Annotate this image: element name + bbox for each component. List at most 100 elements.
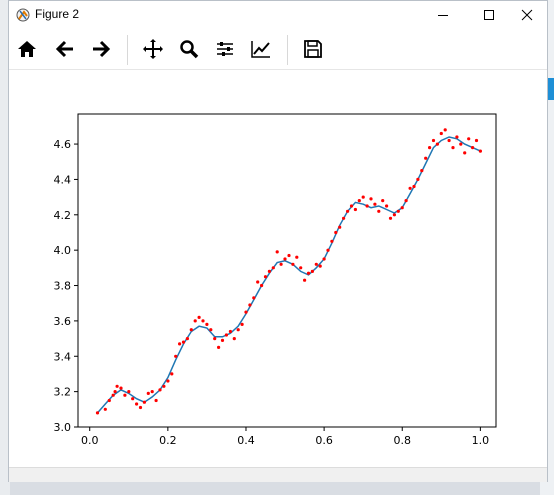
data-point [369, 197, 373, 201]
data-point [310, 269, 314, 273]
data-point [119, 386, 123, 390]
data-point [252, 296, 256, 300]
data-point [170, 372, 174, 376]
status-bar [9, 467, 547, 482]
data-point [357, 199, 361, 203]
data-point [388, 216, 393, 220]
title-bar[interactable]: Figure 2 [9, 1, 547, 29]
data-point [267, 269, 271, 273]
toolbar-separator [287, 35, 288, 65]
x-tick-label: 0.0 [81, 434, 99, 447]
y-tick-label: 3.8 [54, 280, 72, 293]
data-point [279, 262, 283, 266]
data-point [236, 328, 240, 332]
data-point [244, 310, 248, 314]
close-icon [521, 9, 533, 21]
data-point [185, 337, 189, 341]
data-point [213, 337, 217, 341]
data-point [283, 257, 287, 261]
y-tick-label: 3.6 [54, 315, 72, 328]
data-point [381, 199, 385, 203]
data-point [471, 146, 475, 150]
data-point [377, 209, 381, 213]
data-point [158, 388, 162, 392]
x-tick-label: 0.2 [159, 434, 177, 447]
figure-window: Figure 2 0.0 0.2 0.4 0.6 0.8 1.0 3.0 3.2… [8, 0, 548, 482]
pan-button[interactable] [139, 35, 167, 63]
data-point [295, 255, 299, 259]
y-tick-label: 3.4 [54, 350, 72, 363]
data-point [291, 262, 295, 266]
data-point [205, 322, 209, 326]
forward-button[interactable] [87, 35, 115, 63]
data-point [424, 156, 428, 160]
minimize-button[interactable] [421, 1, 465, 29]
window-title: Figure 2 [35, 7, 80, 21]
data-point [197, 315, 201, 319]
data-point [138, 405, 143, 410]
data-point [154, 398, 158, 403]
data-point [365, 204, 369, 208]
close-button[interactable] [505, 1, 549, 29]
data-point [338, 225, 342, 229]
data-point [248, 303, 252, 307]
y-tick-label: 3.2 [54, 386, 72, 399]
data-point [439, 131, 443, 136]
back-button[interactable] [51, 35, 79, 63]
app-icon [16, 8, 30, 22]
data-point [189, 328, 193, 332]
data-point [385, 204, 389, 208]
zoom-button[interactable] [175, 35, 203, 63]
data-point [111, 393, 115, 397]
data-point [263, 275, 268, 279]
data-point [349, 204, 354, 208]
data-point [463, 151, 467, 155]
data-point [392, 213, 396, 217]
data-point [150, 390, 154, 394]
configure-subplots-button[interactable] [211, 35, 239, 63]
data-point [166, 379, 170, 383]
home-button[interactable] [13, 35, 41, 63]
data-point [113, 390, 117, 394]
data-point [217, 345, 221, 349]
home-icon [18, 41, 36, 57]
data-point [201, 319, 205, 323]
edit-axis-button[interactable] [247, 35, 275, 63]
navigation-toolbar [9, 29, 547, 70]
figure-canvas[interactable]: 0.0 0.2 0.4 0.6 0.8 1.0 3.0 3.2 3.4 3.6 3.8 4.0 4.2 4… [9, 70, 547, 467]
data-point [412, 184, 416, 189]
fit-line [96, 136, 481, 414]
zoom-icon [180, 40, 199, 59]
data-point [416, 177, 420, 181]
data-point [408, 186, 412, 190]
data-point [455, 135, 459, 139]
data-point [342, 216, 346, 220]
data-point [326, 248, 330, 252]
data-point [373, 202, 377, 206]
edit-axis-icon [251, 41, 270, 58]
save-icon [304, 40, 322, 58]
forward-arrow-icon [93, 40, 111, 58]
data-point [396, 209, 400, 213]
data-point [260, 283, 264, 288]
data-point [400, 206, 404, 210]
data-point [322, 257, 326, 261]
x-tick-label: 1.0 [472, 434, 490, 447]
data-point [447, 138, 451, 143]
data-point [224, 333, 228, 337]
data-point [127, 390, 131, 394]
data-point [287, 253, 291, 258]
y-tick-label: 4.2 [54, 209, 72, 222]
configure-subplots-icon [217, 42, 233, 56]
data-point [181, 340, 186, 344]
data-point [232, 337, 236, 341]
x-tick-label: 0.4 [237, 434, 255, 447]
minimize-icon [438, 15, 448, 16]
data-point [240, 322, 244, 326]
scatter-plot: 0.0 0.2 0.4 0.6 0.8 1.0 3.0 3.2 3.4 3.6 3.8 4.0 4.2 4… [54, 113, 497, 447]
data-point [142, 400, 146, 404]
x-tick-label: 0.6 [315, 434, 333, 447]
data-point [193, 319, 197, 323]
data-point [162, 384, 166, 388]
save-button[interactable] [299, 35, 327, 63]
